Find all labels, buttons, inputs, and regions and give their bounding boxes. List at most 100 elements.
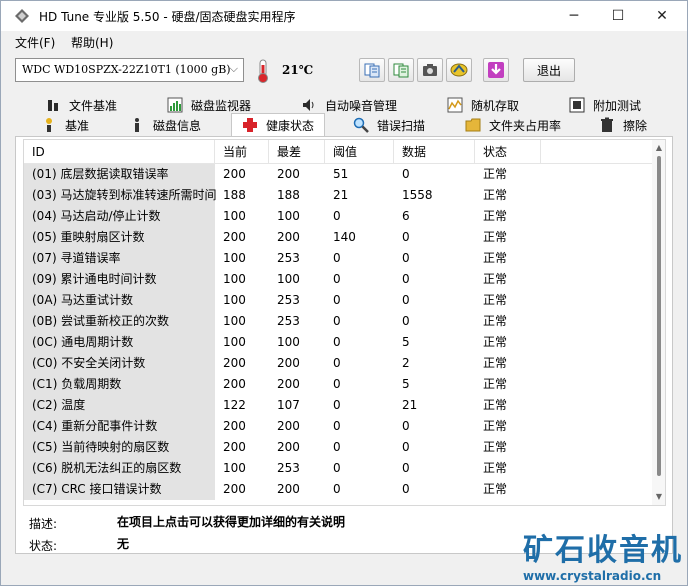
table-row[interactable]: (07) 寻道错误率 100 253 0 0 正常 [24, 248, 650, 269]
cell-current: 200 [223, 356, 246, 370]
file-benchmark-icon [48, 100, 58, 111]
table-row[interactable]: (C2) 温度 122 107 0 21 正常 [24, 395, 650, 416]
cell-data: 0 [402, 230, 410, 244]
tab-benchmark[interactable]: 基准 [41, 115, 89, 135]
menu-file[interactable]: 文件(F) [15, 34, 55, 51]
column-header-data[interactable]: 数据 [394, 140, 475, 164]
table-row[interactable]: (C1) 负载周期数 200 200 0 5 正常 [24, 374, 650, 395]
tab-folder-usage[interactable]: 文件夹占用率 [465, 115, 561, 135]
cell-current: 100 [223, 209, 246, 223]
cell-threshold: 0 [333, 482, 341, 496]
tab-health[interactable]: 健康状态 [231, 113, 326, 136]
tab-disk-monitor[interactable]: 磁盘监视器 [167, 95, 251, 115]
scroll-up-icon[interactable]: ▲ [654, 143, 664, 153]
cell-status: 正常 [483, 335, 508, 349]
status-value: 无 [117, 537, 130, 551]
table-row[interactable]: (C0) 不安全关闭计数 200 200 0 2 正常 [24, 353, 650, 374]
cell-id: (07) 寻道错误率 [24, 248, 215, 269]
description-label: 描述: [29, 517, 58, 531]
random-access-icon [447, 97, 463, 113]
cell-status: 正常 [483, 230, 508, 244]
cell-status: 正常 [483, 440, 508, 454]
tab-erase[interactable]: 擦除 [599, 115, 647, 135]
title-bar[interactable]: HD Tune 专业版 5.50 - 硬盘/固态硬盘实用程序 ─ ☐ ✕ [1, 1, 687, 31]
cell-worst: 253 [277, 293, 300, 307]
cell-threshold: 0 [333, 314, 341, 328]
table-row[interactable]: (09) 累计通电时间计数 100 100 0 0 正常 [24, 269, 650, 290]
table-row[interactable]: (C4) 重新分配事件计数 200 200 0 0 正常 [24, 416, 650, 437]
cell-id: (03) 马达旋转到标准转速所需时间 [24, 185, 216, 206]
save-button[interactable] [483, 58, 509, 82]
cell-current: 200 [223, 419, 246, 433]
table-row[interactable]: (03) 马达旋转到标准转速所需时间 188 188 21 1558 正常 [24, 185, 650, 206]
column-header-worst[interactable]: 最差 [269, 140, 325, 164]
cell-current: 200 [223, 377, 246, 391]
table-row[interactable]: (05) 重映射扇区计数 200 200 140 0 正常 [24, 227, 650, 248]
tab-disk-info[interactable]: 磁盘信息 [129, 115, 201, 135]
minimize-button[interactable]: ─ [551, 1, 597, 31]
column-header-current[interactable]: 当前 [215, 140, 269, 164]
table-row[interactable]: (04) 马达启动/停止计数 100 100 0 6 正常 [24, 206, 650, 227]
exit-button[interactable]: 退出 [523, 58, 575, 82]
cell-threshold: 140 [333, 230, 356, 244]
cell-current: 122 [223, 398, 246, 412]
cell-current: 200 [223, 440, 246, 454]
cell-threshold: 0 [333, 398, 341, 412]
close-button[interactable]: ✕ [639, 1, 685, 31]
column-header-status[interactable]: 状态 [475, 140, 541, 164]
cell-data: 0 [402, 293, 410, 307]
drive-select[interactable]: WDC WD10SPZX-22Z10T1 (1000 gB) ⌵ [15, 58, 244, 82]
table-row[interactable]: (0C) 通电周期计数 100 100 0 5 正常 [24, 332, 650, 353]
camera-icon [423, 64, 437, 76]
copy-info-button[interactable] [359, 58, 385, 82]
cell-worst: 200 [277, 482, 300, 496]
maximize-button[interactable]: ☐ [595, 1, 641, 31]
cell-threshold: 0 [333, 356, 341, 370]
table-row[interactable]: (01) 底层数据读取错误率 200 200 51 0 正常 [24, 164, 650, 185]
cell-id: (C5) 当前待映射的扇区数 [24, 437, 215, 458]
tab-error-scan[interactable]: 错误扫描 [353, 115, 425, 135]
copy-screen-button[interactable] [388, 58, 414, 82]
table-row[interactable]: (C6) 脱机无法纠正的扇区数 100 253 0 0 正常 [24, 458, 650, 479]
cell-data: 0 [402, 461, 410, 475]
table-row[interactable]: (C5) 当前待映射的扇区数 200 200 0 0 正常 [24, 437, 650, 458]
tab-file-benchmark[interactable]: 文件基准 [45, 95, 117, 115]
cell-worst: 100 [277, 209, 300, 223]
scroll-thumb[interactable] [657, 156, 661, 476]
tab-label: 自动噪音管理 [325, 98, 398, 113]
options-button[interactable] [446, 58, 472, 82]
cell-status: 正常 [483, 272, 508, 286]
table-row[interactable]: (C7) CRC 接口错误计数 200 200 0 0 正常 [24, 479, 650, 500]
tab-label: 附加测试 [593, 98, 642, 113]
cell-id: (C0) 不安全关闭计数 [24, 353, 215, 374]
scroll-down-icon[interactable]: ▼ [654, 492, 664, 502]
cell-threshold: 21 [333, 188, 349, 202]
table-row[interactable]: (0A) 马达重试计数 100 253 0 0 正常 [24, 290, 650, 311]
cell-status: 正常 [483, 251, 508, 265]
copy-info-icon [364, 63, 380, 78]
cell-threshold: 51 [333, 167, 349, 181]
tab-random-access[interactable]: 随机存取 [447, 95, 519, 115]
screenshot-button[interactable] [417, 58, 443, 82]
cell-status: 正常 [483, 419, 508, 433]
cell-status: 正常 [483, 461, 508, 475]
tab-label: 擦除 [623, 118, 648, 133]
cell-current: 100 [223, 314, 246, 328]
cell-current: 100 [223, 272, 246, 286]
tab-label: 磁盘信息 [153, 118, 202, 133]
cell-data: 0 [402, 482, 410, 496]
menu-help[interactable]: 帮助(H) [71, 34, 113, 51]
cell-id: (C7) CRC 接口错误计数 [24, 479, 215, 500]
column-header-threshold[interactable]: 阈值 [325, 140, 394, 164]
vertical-scrollbar[interactable]: ▲ ▼ [652, 140, 665, 505]
cell-threshold: 0 [333, 251, 341, 265]
column-header-id[interactable]: ID [24, 140, 215, 164]
folder-icon [465, 118, 481, 132]
disk-monitor-icon [167, 97, 183, 113]
cell-threshold: 0 [333, 377, 341, 391]
tab-noise-management[interactable]: 自动噪音管理 [301, 95, 397, 115]
table-row[interactable]: (0B) 尝试重新校正的次数 100 253 0 0 正常 [24, 311, 650, 332]
tab-extra-tests[interactable]: 附加测试 [569, 95, 641, 115]
smart-attribute-list[interactable]: ID 当前 最差 阈值 数据 状态 (01) 底层数据读取错误率 200 200 51… [23, 139, 666, 506]
cell-worst: 253 [277, 314, 300, 328]
